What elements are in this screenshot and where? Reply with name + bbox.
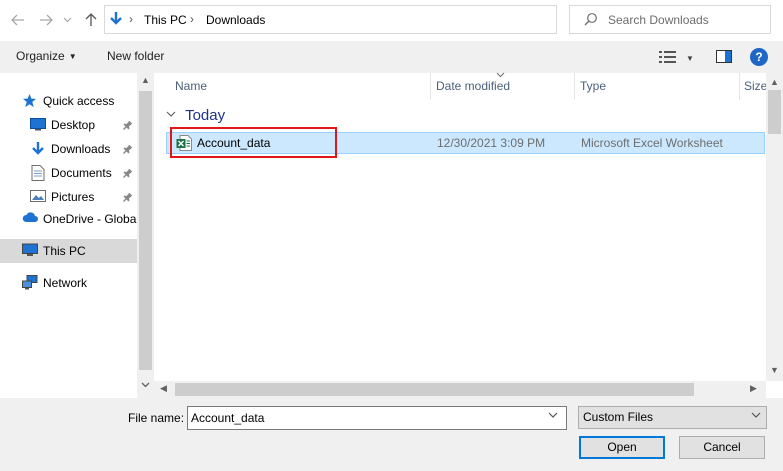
nav-item-pictures[interactable]: Pictures (0, 185, 137, 209)
breadcrumb-chevron-icon: › (129, 12, 133, 26)
nav-item-label: This PC (43, 244, 86, 258)
chevron-down-icon[interactable] (137, 380, 154, 390)
group-label: Today (185, 107, 226, 124)
scroll-left-icon[interactable]: ◀ (160, 383, 167, 394)
details-view-icon (659, 50, 676, 66)
address-bar[interactable]: › This PC › Downloads (104, 5, 649, 34)
pin-icon[interactable] (123, 167, 133, 181)
search-icon (584, 12, 598, 29)
file-type-filter-value: Custom Files (583, 410, 654, 424)
new-folder-button[interactable]: New folder (107, 49, 164, 63)
column-header-label: Size (744, 79, 768, 93)
nav-item-desktop[interactable]: Desktop (0, 113, 137, 137)
nav-item-label: OneDrive - Global (43, 212, 140, 226)
group-header-today[interactable]: Today (166, 107, 225, 124)
nav-item-onedrive[interactable]: OneDrive - Global (0, 207, 140, 231)
star-icon (22, 93, 38, 109)
file-list-vertical-scrollbar[interactable]: ▲ ▼ (766, 73, 783, 381)
forward-arrow-icon[interactable] (36, 10, 56, 30)
file-list: Name Date modified Type Size Today Accou… (154, 70, 783, 398)
help-icon[interactable]: ? (750, 48, 768, 66)
column-header-label: Type (580, 79, 607, 93)
nav-item-this-pc[interactable]: This PC (0, 239, 137, 263)
nav-item-label: Pictures (51, 190, 95, 204)
nav-item-network[interactable]: Network (0, 271, 137, 295)
file-type: Microsoft Excel Worksheet (581, 136, 723, 150)
organize-label: Organize (16, 49, 65, 63)
search-input[interactable] (608, 11, 763, 29)
nav-item-label: Desktop (51, 118, 96, 132)
chevron-down-icon[interactable] (548, 410, 558, 421)
file-name-input[interactable] (191, 410, 536, 426)
breadcrumb-this-pc[interactable]: This PC (144, 13, 187, 27)
column-header-name[interactable]: Name (154, 73, 430, 100)
computer-icon (22, 243, 38, 259)
search-box[interactable] (569, 5, 771, 34)
recent-locations-chevron-icon[interactable] (60, 10, 74, 30)
breadcrumb-downloads[interactable]: Downloads (206, 13, 265, 27)
scroll-right-icon[interactable]: ▶ (750, 383, 757, 394)
nav-item-documents[interactable]: Documents (0, 161, 137, 185)
chevron-down-icon (751, 410, 761, 421)
scrollbar-thumb[interactable] (139, 91, 152, 370)
cloud-icon (22, 211, 38, 227)
change-view-button[interactable]: ▼ (659, 50, 699, 66)
organize-button[interactable]: Organize ▼ (16, 49, 77, 63)
file-name-combobox[interactable] (187, 406, 567, 430)
file-type-filter-select[interactable]: Custom Files (578, 406, 767, 429)
scroll-up-icon[interactable]: ▲ (137, 75, 154, 85)
column-header-label: Date modified (436, 79, 511, 93)
scrollbar-thumb[interactable] (175, 383, 694, 396)
scroll-up-icon[interactable]: ▲ (766, 77, 783, 87)
file-list-horizontal-scrollbar[interactable]: ◀ ▶ (154, 381, 766, 398)
column-header-size[interactable]: Size (740, 73, 768, 100)
preview-pane-icon[interactable] (716, 50, 732, 66)
navigation-pane: Quick access Desktop Downloads Documents (0, 73, 154, 398)
up-arrow-icon[interactable] (81, 10, 101, 30)
desktop-icon (30, 117, 46, 133)
nav-item-quick-access[interactable]: Quick access (0, 89, 137, 113)
pin-icon[interactable] (123, 119, 133, 133)
scrollbar-thumb[interactable] (768, 90, 781, 134)
download-icon (108, 11, 124, 30)
cancel-button[interactable]: Cancel (679, 436, 765, 459)
file-date-modified: 12/30/2021 3:09 PM (437, 136, 546, 150)
pictures-icon (30, 189, 46, 205)
caret-down-icon: ▼ (686, 53, 694, 63)
documents-icon (31, 165, 47, 181)
column-header-label: Name (175, 79, 208, 93)
annotation-highlight-box (170, 127, 337, 158)
scroll-down-icon[interactable]: ▼ (766, 365, 783, 375)
nav-item-label: Quick access (43, 94, 115, 108)
pin-icon[interactable] (123, 191, 133, 205)
column-header-type[interactable]: Type (575, 73, 739, 100)
chevron-down-icon (166, 109, 179, 121)
download-icon (30, 141, 46, 157)
nav-item-label: Network (43, 276, 88, 290)
open-button[interactable]: Open (579, 436, 665, 459)
caret-down-icon: ▼ (68, 52, 77, 61)
nav-pane-scrollbar[interactable]: ▲ (137, 73, 154, 398)
file-name-label: File name: (128, 411, 185, 425)
nav-item-label: Downloads (51, 142, 111, 156)
command-bar: Organize ▼ New folder ▼ ? (0, 41, 783, 73)
pin-icon[interactable] (123, 143, 133, 157)
network-icon (22, 275, 38, 291)
breadcrumb-chevron-icon: › (190, 12, 194, 26)
nav-item-downloads[interactable]: Downloads (0, 137, 137, 161)
nav-item-label: Documents (51, 166, 112, 180)
dialog-footer: File name: Custom Files Open Cancel (0, 398, 783, 471)
address-row: › This PC › Downloads (0, 0, 783, 41)
back-arrow-icon[interactable] (8, 10, 28, 30)
sort-chevron-icon (496, 70, 505, 80)
